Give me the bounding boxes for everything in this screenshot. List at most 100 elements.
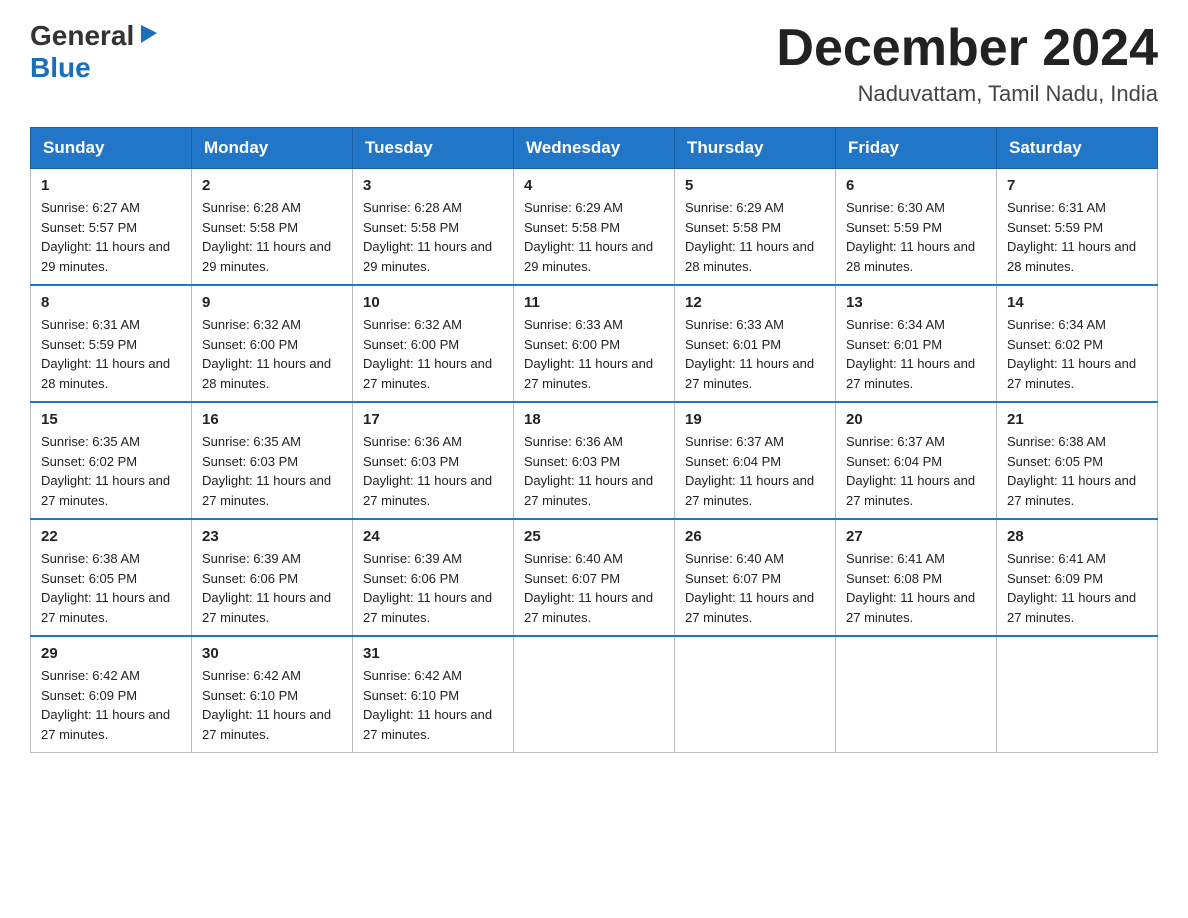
calendar-day-cell: 5 Sunrise: 6:29 AM Sunset: 5:58 PM Dayli… (675, 169, 836, 286)
day-number: 29 (41, 645, 181, 662)
day-info: Sunrise: 6:42 AM Sunset: 6:10 PM Dayligh… (202, 666, 342, 744)
calendar-day-cell: 20 Sunrise: 6:37 AM Sunset: 6:04 PM Dayl… (836, 402, 997, 519)
day-number: 16 (202, 411, 342, 428)
day-info: Sunrise: 6:40 AM Sunset: 6:07 PM Dayligh… (524, 549, 664, 627)
calendar-day-cell: 26 Sunrise: 6:40 AM Sunset: 6:07 PM Dayl… (675, 519, 836, 636)
calendar-day-cell: 24 Sunrise: 6:39 AM Sunset: 6:06 PM Dayl… (353, 519, 514, 636)
day-info: Sunrise: 6:37 AM Sunset: 6:04 PM Dayligh… (846, 432, 986, 510)
calendar-day-cell: 13 Sunrise: 6:34 AM Sunset: 6:01 PM Dayl… (836, 285, 997, 402)
calendar-day-cell: 14 Sunrise: 6:34 AM Sunset: 6:02 PM Dayl… (997, 285, 1158, 402)
calendar-day-cell (514, 636, 675, 753)
day-number: 17 (363, 411, 503, 428)
day-info: Sunrise: 6:41 AM Sunset: 6:09 PM Dayligh… (1007, 549, 1147, 627)
day-number: 10 (363, 294, 503, 311)
day-info: Sunrise: 6:33 AM Sunset: 6:01 PM Dayligh… (685, 315, 825, 393)
day-info: Sunrise: 6:35 AM Sunset: 6:02 PM Dayligh… (41, 432, 181, 510)
day-info: Sunrise: 6:38 AM Sunset: 6:05 PM Dayligh… (1007, 432, 1147, 510)
calendar-day-cell: 1 Sunrise: 6:27 AM Sunset: 5:57 PM Dayli… (31, 169, 192, 286)
day-number: 22 (41, 528, 181, 545)
calendar-week-row: 1 Sunrise: 6:27 AM Sunset: 5:57 PM Dayli… (31, 169, 1158, 286)
day-number: 21 (1007, 411, 1147, 428)
day-info: Sunrise: 6:37 AM Sunset: 6:04 PM Dayligh… (685, 432, 825, 510)
day-info: Sunrise: 6:42 AM Sunset: 6:10 PM Dayligh… (363, 666, 503, 744)
calendar-day-cell: 11 Sunrise: 6:33 AM Sunset: 6:00 PM Dayl… (514, 285, 675, 402)
day-number: 7 (1007, 177, 1147, 194)
day-number: 4 (524, 177, 664, 194)
logo-general-text: General (30, 20, 134, 52)
calendar-day-cell: 17 Sunrise: 6:36 AM Sunset: 6:03 PM Dayl… (353, 402, 514, 519)
day-info: Sunrise: 6:31 AM Sunset: 5:59 PM Dayligh… (1007, 198, 1147, 276)
day-info: Sunrise: 6:40 AM Sunset: 6:07 PM Dayligh… (685, 549, 825, 627)
day-info: Sunrise: 6:32 AM Sunset: 6:00 PM Dayligh… (363, 315, 503, 393)
calendar-day-cell: 9 Sunrise: 6:32 AM Sunset: 6:00 PM Dayli… (192, 285, 353, 402)
day-number: 8 (41, 294, 181, 311)
calendar-day-cell (675, 636, 836, 753)
logo-triangle-icon (137, 23, 159, 45)
day-number: 3 (363, 177, 503, 194)
calendar-day-cell: 6 Sunrise: 6:30 AM Sunset: 5:59 PM Dayli… (836, 169, 997, 286)
day-info: Sunrise: 6:28 AM Sunset: 5:58 PM Dayligh… (363, 198, 503, 276)
calendar-day-cell: 25 Sunrise: 6:40 AM Sunset: 6:07 PM Dayl… (514, 519, 675, 636)
header-sunday: Sunday (31, 128, 192, 169)
day-info: Sunrise: 6:35 AM Sunset: 6:03 PM Dayligh… (202, 432, 342, 510)
calendar-day-cell: 15 Sunrise: 6:35 AM Sunset: 6:02 PM Dayl… (31, 402, 192, 519)
day-number: 25 (524, 528, 664, 545)
calendar-week-row: 29 Sunrise: 6:42 AM Sunset: 6:09 PM Dayl… (31, 636, 1158, 753)
day-number: 30 (202, 645, 342, 662)
day-info: Sunrise: 6:27 AM Sunset: 5:57 PM Dayligh… (41, 198, 181, 276)
day-number: 2 (202, 177, 342, 194)
calendar-day-cell: 2 Sunrise: 6:28 AM Sunset: 5:58 PM Dayli… (192, 169, 353, 286)
header-tuesday: Tuesday (353, 128, 514, 169)
day-number: 11 (524, 294, 664, 311)
day-number: 14 (1007, 294, 1147, 311)
day-info: Sunrise: 6:29 AM Sunset: 5:58 PM Dayligh… (524, 198, 664, 276)
calendar-day-cell: 4 Sunrise: 6:29 AM Sunset: 5:58 PM Dayli… (514, 169, 675, 286)
day-number: 1 (41, 177, 181, 194)
day-info: Sunrise: 6:31 AM Sunset: 5:59 PM Dayligh… (41, 315, 181, 393)
day-number: 28 (1007, 528, 1147, 545)
calendar-day-cell: 16 Sunrise: 6:35 AM Sunset: 6:03 PM Dayl… (192, 402, 353, 519)
calendar-week-row: 15 Sunrise: 6:35 AM Sunset: 6:02 PM Dayl… (31, 402, 1158, 519)
calendar-day-cell: 12 Sunrise: 6:33 AM Sunset: 6:01 PM Dayl… (675, 285, 836, 402)
calendar-day-cell: 19 Sunrise: 6:37 AM Sunset: 6:04 PM Dayl… (675, 402, 836, 519)
calendar-day-cell: 10 Sunrise: 6:32 AM Sunset: 6:00 PM Dayl… (353, 285, 514, 402)
location-subtitle: Naduvattam, Tamil Nadu, India (776, 81, 1158, 107)
calendar-day-cell: 3 Sunrise: 6:28 AM Sunset: 5:58 PM Dayli… (353, 169, 514, 286)
day-number: 9 (202, 294, 342, 311)
calendar-table: SundayMondayTuesdayWednesdayThursdayFrid… (30, 127, 1158, 753)
day-number: 15 (41, 411, 181, 428)
day-number: 18 (524, 411, 664, 428)
day-info: Sunrise: 6:36 AM Sunset: 6:03 PM Dayligh… (363, 432, 503, 510)
day-info: Sunrise: 6:34 AM Sunset: 6:02 PM Dayligh… (1007, 315, 1147, 393)
day-info: Sunrise: 6:42 AM Sunset: 6:09 PM Dayligh… (41, 666, 181, 744)
day-info: Sunrise: 6:30 AM Sunset: 5:59 PM Dayligh… (846, 198, 986, 276)
calendar-day-cell: 18 Sunrise: 6:36 AM Sunset: 6:03 PM Dayl… (514, 402, 675, 519)
day-info: Sunrise: 6:41 AM Sunset: 6:08 PM Dayligh… (846, 549, 986, 627)
page-header: General Blue December 2024 Naduvattam, T… (30, 20, 1158, 107)
month-year-title: December 2024 (776, 20, 1158, 77)
day-number: 31 (363, 645, 503, 662)
header-wednesday: Wednesday (514, 128, 675, 169)
logo-blue-text: Blue (30, 52, 91, 83)
calendar-header-row: SundayMondayTuesdayWednesdayThursdayFrid… (31, 128, 1158, 169)
calendar-day-cell: 29 Sunrise: 6:42 AM Sunset: 6:09 PM Dayl… (31, 636, 192, 753)
day-info: Sunrise: 6:28 AM Sunset: 5:58 PM Dayligh… (202, 198, 342, 276)
day-info: Sunrise: 6:39 AM Sunset: 6:06 PM Dayligh… (202, 549, 342, 627)
title-section: December 2024 Naduvattam, Tamil Nadu, In… (776, 20, 1158, 107)
calendar-day-cell: 31 Sunrise: 6:42 AM Sunset: 6:10 PM Dayl… (353, 636, 514, 753)
day-number: 13 (846, 294, 986, 311)
day-info: Sunrise: 6:38 AM Sunset: 6:05 PM Dayligh… (41, 549, 181, 627)
header-friday: Friday (836, 128, 997, 169)
calendar-day-cell: 23 Sunrise: 6:39 AM Sunset: 6:06 PM Dayl… (192, 519, 353, 636)
calendar-day-cell: 28 Sunrise: 6:41 AM Sunset: 6:09 PM Dayl… (997, 519, 1158, 636)
calendar-day-cell: 8 Sunrise: 6:31 AM Sunset: 5:59 PM Dayli… (31, 285, 192, 402)
calendar-week-row: 22 Sunrise: 6:38 AM Sunset: 6:05 PM Dayl… (31, 519, 1158, 636)
day-number: 24 (363, 528, 503, 545)
header-monday: Monday (192, 128, 353, 169)
header-thursday: Thursday (675, 128, 836, 169)
day-number: 26 (685, 528, 825, 545)
day-info: Sunrise: 6:34 AM Sunset: 6:01 PM Dayligh… (846, 315, 986, 393)
calendar-day-cell: 27 Sunrise: 6:41 AM Sunset: 6:08 PM Dayl… (836, 519, 997, 636)
calendar-day-cell (836, 636, 997, 753)
day-number: 5 (685, 177, 825, 194)
